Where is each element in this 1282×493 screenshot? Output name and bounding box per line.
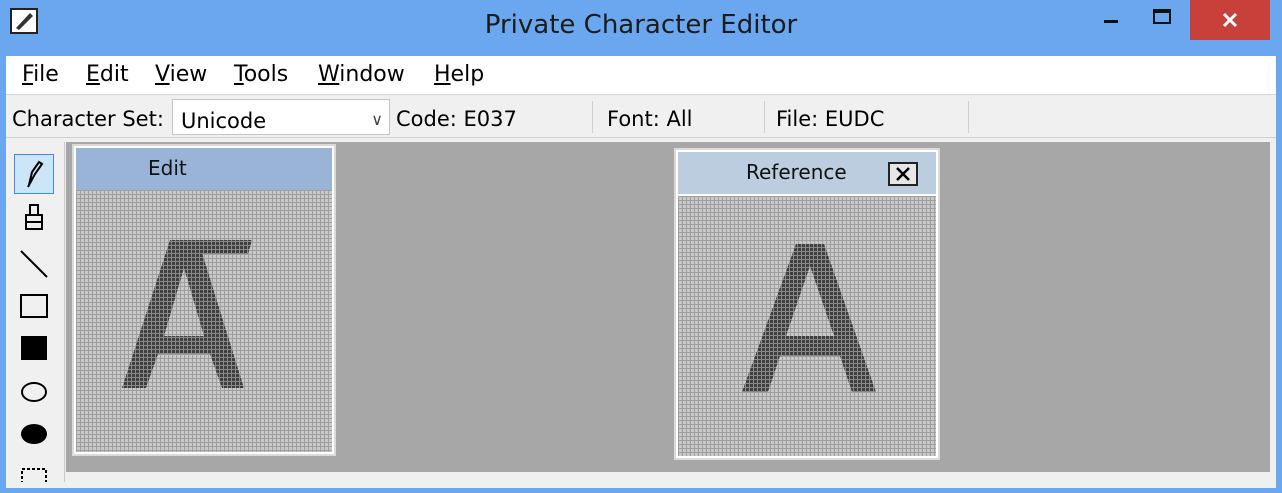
filled-rectangle-icon [21,336,47,360]
menu-mnemonic: E [86,62,100,87]
divider [592,101,593,133]
menu-edit[interactable]: Edit [86,62,129,87]
minimize-icon [1104,20,1118,23]
close-button[interactable] [1190,0,1270,40]
edit-grid[interactable] [76,190,332,452]
filled-ellipse-icon [21,424,47,444]
menu-label: ools [243,62,289,87]
tool-filled-rectangle[interactable] [14,328,54,368]
menu-view[interactable]: View [155,62,207,87]
rectangular-selection-icon [21,468,47,482]
tool-rectangular-selection[interactable] [14,454,54,482]
menu-mnemonic: F [22,62,34,87]
info-bar: Character Set: Unicode ∨ Code: E037 Font… [6,97,1276,138]
file-readout: File: EUDC [776,107,885,131]
chevron-down-icon: ∨ [371,112,383,129]
line-icon [20,250,48,278]
menu-bar: File Edit View Tools Window Help [6,56,1276,95]
tool-brush[interactable] [14,198,54,238]
menu-help[interactable]: Help [434,62,484,87]
menu-tools[interactable]: Tools [234,62,288,87]
tool-pencil[interactable] [14,154,54,194]
minimize-button[interactable] [1090,0,1134,40]
menu-mnemonic: H [434,62,451,87]
title-bar: Private Character Editor [0,0,1282,56]
hollow-ellipse-icon [21,382,47,402]
tool-filled-ellipse[interactable] [14,414,54,454]
reference-window-titlebar[interactable]: Reference [678,152,936,194]
menu-label: ile [33,62,59,87]
maximize-icon [1153,9,1171,24]
reference-window-title: Reference [746,160,847,184]
menu-file[interactable]: File [22,62,59,87]
close-icon [1222,12,1238,28]
menu-label: iew [169,62,208,87]
edit-window-titlebar[interactable]: Edit [76,148,332,190]
menu-mnemonic: W [318,62,340,87]
edit-window[interactable]: Edit [72,144,336,456]
reference-grid [678,196,936,456]
code-readout: Code: E037 [396,107,517,131]
maximize-button[interactable] [1140,0,1184,40]
menu-mnemonic: V [155,62,170,87]
close-icon [896,167,910,181]
menu-label: elp [450,62,485,87]
pencil-icon [27,160,44,188]
reference-window[interactable]: Reference [674,148,940,460]
tool-hollow-ellipse[interactable] [14,372,54,412]
edit-glyph [122,240,252,388]
menu-mnemonic: T [234,62,244,87]
tool-hollow-rectangle[interactable] [14,286,54,326]
reference-close-button[interactable] [888,162,918,186]
character-set-value: Unicode [181,109,267,133]
tool-palette [6,142,65,482]
divider [764,101,765,133]
menu-label: indow [339,62,405,87]
divider [968,101,969,133]
edit-window-title: Edit [148,156,187,180]
character-set-select[interactable]: Unicode ∨ [172,99,390,135]
mdi-workspace: Edit Reference [66,142,1270,472]
menu-window[interactable]: Window [318,62,405,87]
character-set-label: Character Set: [12,107,164,131]
reference-glyph [742,244,876,392]
menu-label: dit [99,62,129,87]
font-readout: Font: All [607,107,693,131]
hollow-rectangle-icon [20,294,48,318]
brush-icon [25,204,43,230]
tool-line[interactable] [14,244,54,284]
window-frame: File Edit View Tools Window Help Charact… [6,56,1276,488]
